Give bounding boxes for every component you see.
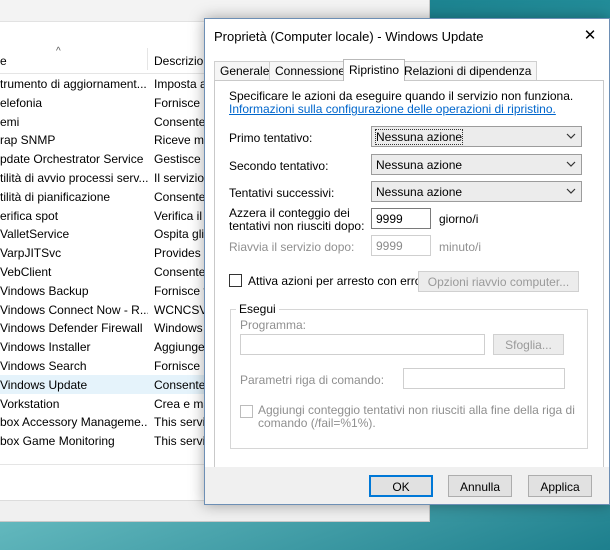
service-description: Consente	[154, 264, 206, 279]
chevron-down-icon	[566, 161, 576, 167]
append-fail-count-label-line1: Aggiungi conteggio tentativi non riuscit…	[258, 403, 575, 417]
column-header-description[interactable]: Descrizion	[154, 54, 210, 68]
append-fail-count-checkbox[interactable]	[240, 405, 253, 418]
service-description: Fornisce f	[154, 283, 207, 298]
subsequent-attempts-select[interactable]: Nessuna azione	[371, 181, 582, 202]
service-description: WCNCSVC	[154, 302, 208, 317]
reset-counter-input[interactable]: 9999	[371, 208, 431, 229]
program-input[interactable]	[240, 334, 485, 355]
column-header-name[interactable]: e	[0, 54, 7, 68]
service-description: This servi	[154, 415, 206, 430]
service-name: trumento di aggiornament...	[0, 77, 147, 91]
service-description: Fornisce i	[154, 95, 207, 110]
service-name: Vorkstation	[0, 396, 60, 411]
second-attempt-value: Nessuna azione	[376, 158, 463, 172]
service-name: ValletService	[0, 227, 70, 242]
service-name: box Game Monitoring	[0, 434, 115, 449]
restart-service-unit: minuto/i	[439, 240, 482, 254]
apply-button[interactable]: Applica	[528, 475, 592, 497]
params-label: Parametri riga di comando:	[240, 373, 385, 387]
params-input[interactable]	[403, 368, 565, 389]
recovery-info-link[interactable]: Informazioni sulla configurazione delle …	[229, 102, 556, 116]
stop-actions-checkbox[interactable]	[229, 274, 242, 287]
service-name: rap SNMP	[0, 133, 56, 148]
service-name: Vindows Update	[0, 377, 88, 392]
cancel-button[interactable]: Annulla	[448, 475, 512, 497]
service-description: Aggiunge	[154, 340, 205, 355]
stop-actions-label[interactable]: Attiva azioni per arresto con errori.	[248, 274, 431, 288]
restart-options-button[interactable]: Opzioni riavvio computer...	[418, 271, 579, 292]
service-description: Provides a	[154, 246, 208, 261]
service-name: Vindows Backup	[0, 283, 89, 298]
tab-generale[interactable]: Generale	[214, 61, 276, 80]
dialog-title: Proprietà (Computer locale) - Windows Up…	[214, 29, 484, 44]
properties-dialog: Proprietà (Computer locale) - Windows Up…	[204, 18, 610, 505]
service-description: Gestisce g	[154, 152, 208, 167]
service-description: Consente	[154, 114, 206, 129]
service-description: Ospita gli	[154, 227, 205, 242]
service-name: tilità di avvio processi serv...	[0, 170, 148, 185]
tab-connessione[interactable]: Connessione	[269, 61, 352, 80]
close-icon: ✕	[583, 27, 597, 44]
service-description: Imposta a	[154, 77, 207, 91]
tab-relazioni-di-dipendenza[interactable]: Relazioni di dipendenza	[398, 61, 538, 80]
reset-counter-label-line1: Azzera il conteggio dei	[229, 206, 350, 220]
dialog-title-bar[interactable]: Proprietà (Computer locale) - Windows Up…	[205, 19, 609, 55]
restart-service-label: Riavvia il servizio dopo:	[229, 240, 355, 254]
service-description: Fornisce i	[154, 358, 207, 373]
intro-text: Specificare le azioni da eseguire quando…	[229, 89, 574, 103]
first-attempt-value: Nessuna azione	[374, 129, 464, 145]
subsequent-attempts-value: Nessuna azione	[376, 185, 463, 199]
service-description: Il servizio	[154, 170, 205, 185]
subsequent-attempts-label: Tentativi successivi:	[229, 186, 335, 200]
service-description: Consente	[154, 189, 206, 204]
second-attempt-select[interactable]: Nessuna azione	[371, 154, 582, 175]
restart-service-input[interactable]: 9999	[371, 235, 431, 256]
service-name: Vindows Defender Firewall	[0, 321, 143, 336]
service-name: VebClient	[0, 264, 52, 279]
service-description: Verifica il	[154, 208, 203, 223]
reset-counter-label-line2: tentativi non riusciti dopo:	[229, 219, 365, 233]
service-name: elefonia	[0, 95, 43, 110]
service-name: erifica spot	[0, 208, 59, 223]
column-divider[interactable]	[147, 48, 148, 70]
service-description: Riceve me	[154, 133, 208, 148]
service-description: Windows	[154, 321, 203, 336]
ok-button[interactable]: OK	[369, 475, 433, 497]
service-name: tilità di pianificazione	[0, 189, 111, 204]
recovery-tab-panel: Specificare le azioni da eseguire quando…	[214, 80, 604, 469]
program-label: Programma:	[240, 318, 307, 332]
tab-ripristino[interactable]: Ripristino	[343, 59, 406, 81]
service-name: Vindows Connect Now - R...	[0, 302, 148, 317]
service-name: pdate Orchestrator Service	[0, 152, 144, 167]
service-description: This servi	[154, 434, 206, 449]
append-fail-count-label-line2: comando (/fail=%1%).	[258, 416, 376, 430]
service-name: Vindows Installer	[0, 340, 91, 355]
run-group-title: Esegui	[236, 302, 279, 316]
first-attempt-select[interactable]: Nessuna azione	[371, 126, 582, 147]
browse-button[interactable]: Sfoglia...	[493, 334, 564, 355]
dialog-footer: OK Annulla Applica	[205, 467, 609, 504]
first-attempt-label: Primo tentativo:	[229, 131, 313, 145]
service-description: Crea e ma	[154, 396, 208, 411]
sort-ascending-icon: ^	[56, 46, 61, 57]
second-attempt-label: Secondo tentativo:	[229, 159, 329, 173]
service-name: box Accessory Manageme...	[0, 415, 148, 430]
service-name: emi	[0, 114, 20, 129]
service-description: Consente	[154, 377, 206, 392]
close-button[interactable]: ✕	[579, 25, 601, 47]
service-name: Vindows Search	[0, 358, 87, 373]
chevron-down-icon	[566, 188, 576, 194]
service-name: VarpJITSvc	[0, 246, 62, 261]
chevron-down-icon	[566, 133, 576, 139]
reset-counter-unit: giorno/i	[439, 212, 479, 226]
